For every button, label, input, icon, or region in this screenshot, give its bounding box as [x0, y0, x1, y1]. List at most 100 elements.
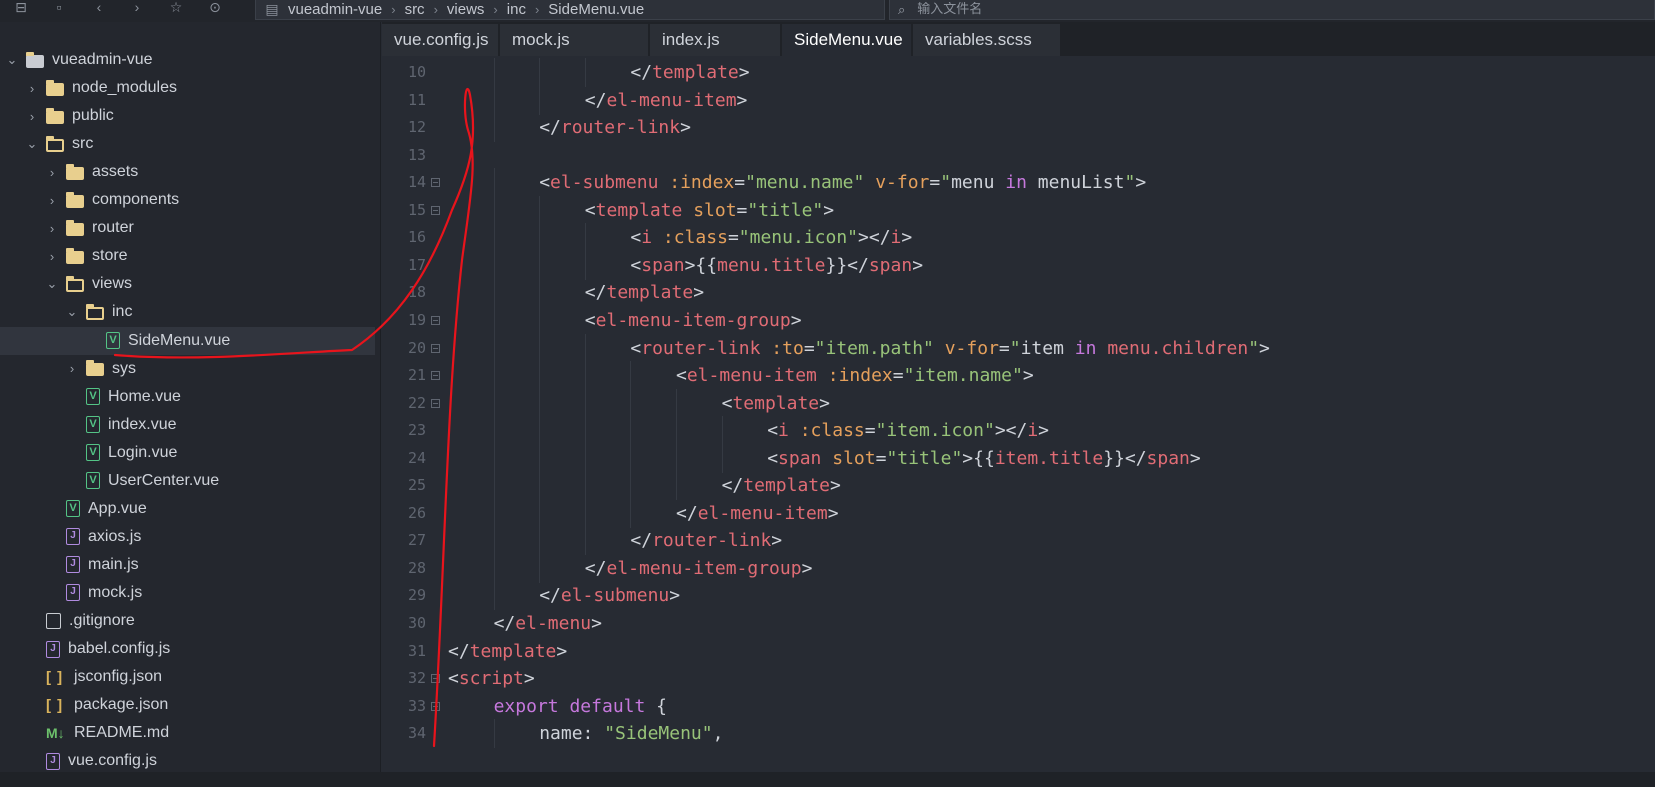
code-line[interactable]: 21 <el-menu-item :index="item.name"> — [382, 361, 1655, 391]
chevron-down-icon[interactable]: ⌄ — [6, 52, 18, 68]
tree-item[interactable]: › store — [0, 242, 375, 270]
run-icon[interactable]: ⊙ — [206, 0, 224, 16]
code-token: = — [736, 199, 748, 221]
code-line[interactable]: 12 </router-link> — [382, 113, 1655, 143]
chevron-down-icon[interactable]: ⌄ — [46, 276, 58, 292]
tree-item[interactable]: ⌄ views — [0, 270, 375, 298]
editor-tab[interactable]: mock.js — [500, 24, 649, 56]
tree-item[interactable]: Jaxios.js — [0, 523, 375, 551]
code-line[interactable]: 34 name: "SideMenu", — [382, 719, 1655, 749]
code-text: export default { — [494, 692, 667, 721]
code-line[interactable]: 15 <template slot="title"> — [382, 195, 1655, 225]
code-line[interactable]: 13 — [382, 141, 1655, 170]
star-icon[interactable]: ☆ — [167, 0, 185, 16]
code-line[interactable]: 20 <router-link :to="item.path" v-for="it… — [382, 333, 1655, 363]
code-line[interactable]: 16 <i :class="menu.icon"></i> — [382, 223, 1655, 253]
chevron-right-icon[interactable]: › — [26, 81, 38, 96]
fold-toggle-icon[interactable] — [431, 371, 440, 381]
fold-toggle-icon[interactable] — [431, 343, 440, 353]
editor-tab[interactable]: index.js — [650, 24, 781, 56]
tree-item[interactable]: V App.vue — [0, 495, 375, 523]
code-line[interactable]: 30 </el-menu> — [382, 609, 1655, 638]
tree-item-label: main.js — [88, 555, 139, 573]
editor-tab[interactable]: SideMenu.vue — [782, 24, 912, 56]
tree-item[interactable]: › node_modules — [0, 74, 375, 102]
code-line[interactable]: 23 <i :class="item.icon"></i> — [382, 416, 1655, 446]
code-editor[interactable]: 10 </template> 11 </el-menu-item> 12 </router… — [382, 56, 1655, 772]
tree-item[interactable]: .gitignore — [0, 607, 375, 635]
indent-guide — [493, 526, 495, 556]
fold-toggle-icon[interactable] — [431, 674, 440, 684]
code-line[interactable]: 31 </template> — [382, 637, 1655, 666]
code-line[interactable]: 17 <span>{{menu.title}}</span> — [382, 250, 1655, 280]
tree-item[interactable]: Jmain.js — [0, 551, 375, 579]
code-line[interactable]: 24 <span slot="title">{{item.title}}</spa… — [382, 443, 1655, 473]
tree-item[interactable]: ⌄ src — [0, 130, 375, 158]
breadcrumb-item[interactable]: vueadmin-vue — [288, 1, 382, 18]
fold-toggle-icon[interactable] — [431, 315, 440, 325]
tree-item[interactable]: V SideMenu.vue — [0, 326, 375, 355]
code-line[interactable]: 27 </router-link> — [382, 526, 1655, 556]
tree-item[interactable]: Jvue.config.js — [0, 747, 375, 772]
tree-item[interactable]: ⌄ vueadmin-vue — [0, 46, 375, 74]
tree-item[interactable]: [ ] jsconfig.json — [0, 663, 375, 691]
code-line[interactable]: 19 <el-menu-item-group> — [382, 305, 1655, 335]
code-line[interactable]: 14 <el-submenu :index="menu.name" v-for="… — [382, 168, 1655, 198]
tree-item[interactable]: V UserCenter.vue — [0, 467, 375, 495]
code-line[interactable]: 32 <script> — [382, 664, 1655, 693]
chevron-right-icon[interactable]: › — [26, 109, 38, 124]
tree-item[interactable]: › components — [0, 186, 375, 214]
chevron-right-icon[interactable]: › — [46, 221, 58, 236]
tree-item[interactable]: › assets — [0, 158, 375, 186]
code-line[interactable]: 22 <template> — [382, 388, 1655, 418]
chevron-right-icon[interactable]: › — [46, 249, 58, 264]
tree-item[interactable]: › sys — [0, 355, 375, 383]
back-icon[interactable]: ‹ — [90, 0, 108, 16]
save-icon[interactable]: ▫ — [50, 0, 68, 16]
code-token: < — [448, 668, 459, 690]
code-text: name: "SideMenu", — [539, 719, 723, 748]
code-line[interactable]: 25 </template> — [382, 471, 1655, 501]
fold-toggle-icon[interactable] — [431, 205, 440, 215]
tree-item[interactable]: › router — [0, 214, 375, 242]
file-search-input[interactable] — [917, 2, 1618, 17]
code-line[interactable]: 11 </el-menu-item> — [382, 85, 1655, 115]
code-line[interactable]: 33 export default { — [382, 692, 1655, 721]
tree-item[interactable]: Jmock.js — [0, 579, 375, 607]
breadcrumb-item[interactable]: src — [405, 1, 425, 18]
chevron-right-icon[interactable]: › — [46, 193, 58, 208]
code-token: > — [680, 117, 691, 139]
line-number: 18 — [407, 283, 426, 302]
collapse-icon[interactable]: ⊟ — [12, 0, 30, 16]
tree-item[interactable]: [ ] package.json — [0, 691, 375, 719]
chevron-down-icon[interactable]: ⌄ — [26, 136, 38, 152]
code-line[interactable]: 29 </el-submenu> — [382, 581, 1655, 611]
fold-toggle-icon[interactable] — [431, 701, 440, 711]
chevron-right-icon: › — [493, 2, 498, 17]
code-line[interactable]: 28 </el-menu-item-group> — [382, 553, 1655, 583]
code-line[interactable]: 18 </template> — [382, 278, 1655, 308]
tree-item[interactable]: ⌄ inc — [0, 298, 375, 326]
chevron-right-icon[interactable]: › — [66, 361, 78, 376]
code-line[interactable]: 26 </el-menu-item> — [382, 498, 1655, 528]
breadcrumb-item[interactable]: views — [447, 1, 485, 18]
tree-item[interactable]: Jbabel.config.js — [0, 635, 375, 663]
chevron-right-icon[interactable]: › — [46, 165, 58, 180]
chevron-down-icon[interactable]: ⌄ — [66, 304, 78, 320]
folder-icon — [66, 247, 84, 264]
tree-item[interactable]: › public — [0, 102, 375, 130]
fold-toggle-icon[interactable] — [431, 178, 440, 188]
tree-item[interactable]: V Home.vue — [0, 383, 375, 411]
indent-guide — [630, 416, 632, 446]
code-line[interactable]: 10 </template> — [382, 58, 1655, 87]
breadcrumb-item[interactable]: SideMenu.vue — [548, 1, 644, 18]
code-token: template — [469, 640, 557, 662]
breadcrumb-item[interactable]: inc — [507, 1, 526, 18]
editor-tab[interactable]: variables.scss — [913, 24, 1061, 56]
tree-item[interactable]: M↓ README.md — [0, 719, 375, 747]
fold-toggle-icon[interactable] — [431, 398, 440, 408]
editor-tab[interactable]: vue.config.js — [382, 24, 499, 56]
tree-item[interactable]: V Login.vue — [0, 439, 375, 467]
tree-item[interactable]: Vindex.vue — [0, 411, 375, 439]
forward-icon[interactable]: › — [128, 0, 146, 16]
